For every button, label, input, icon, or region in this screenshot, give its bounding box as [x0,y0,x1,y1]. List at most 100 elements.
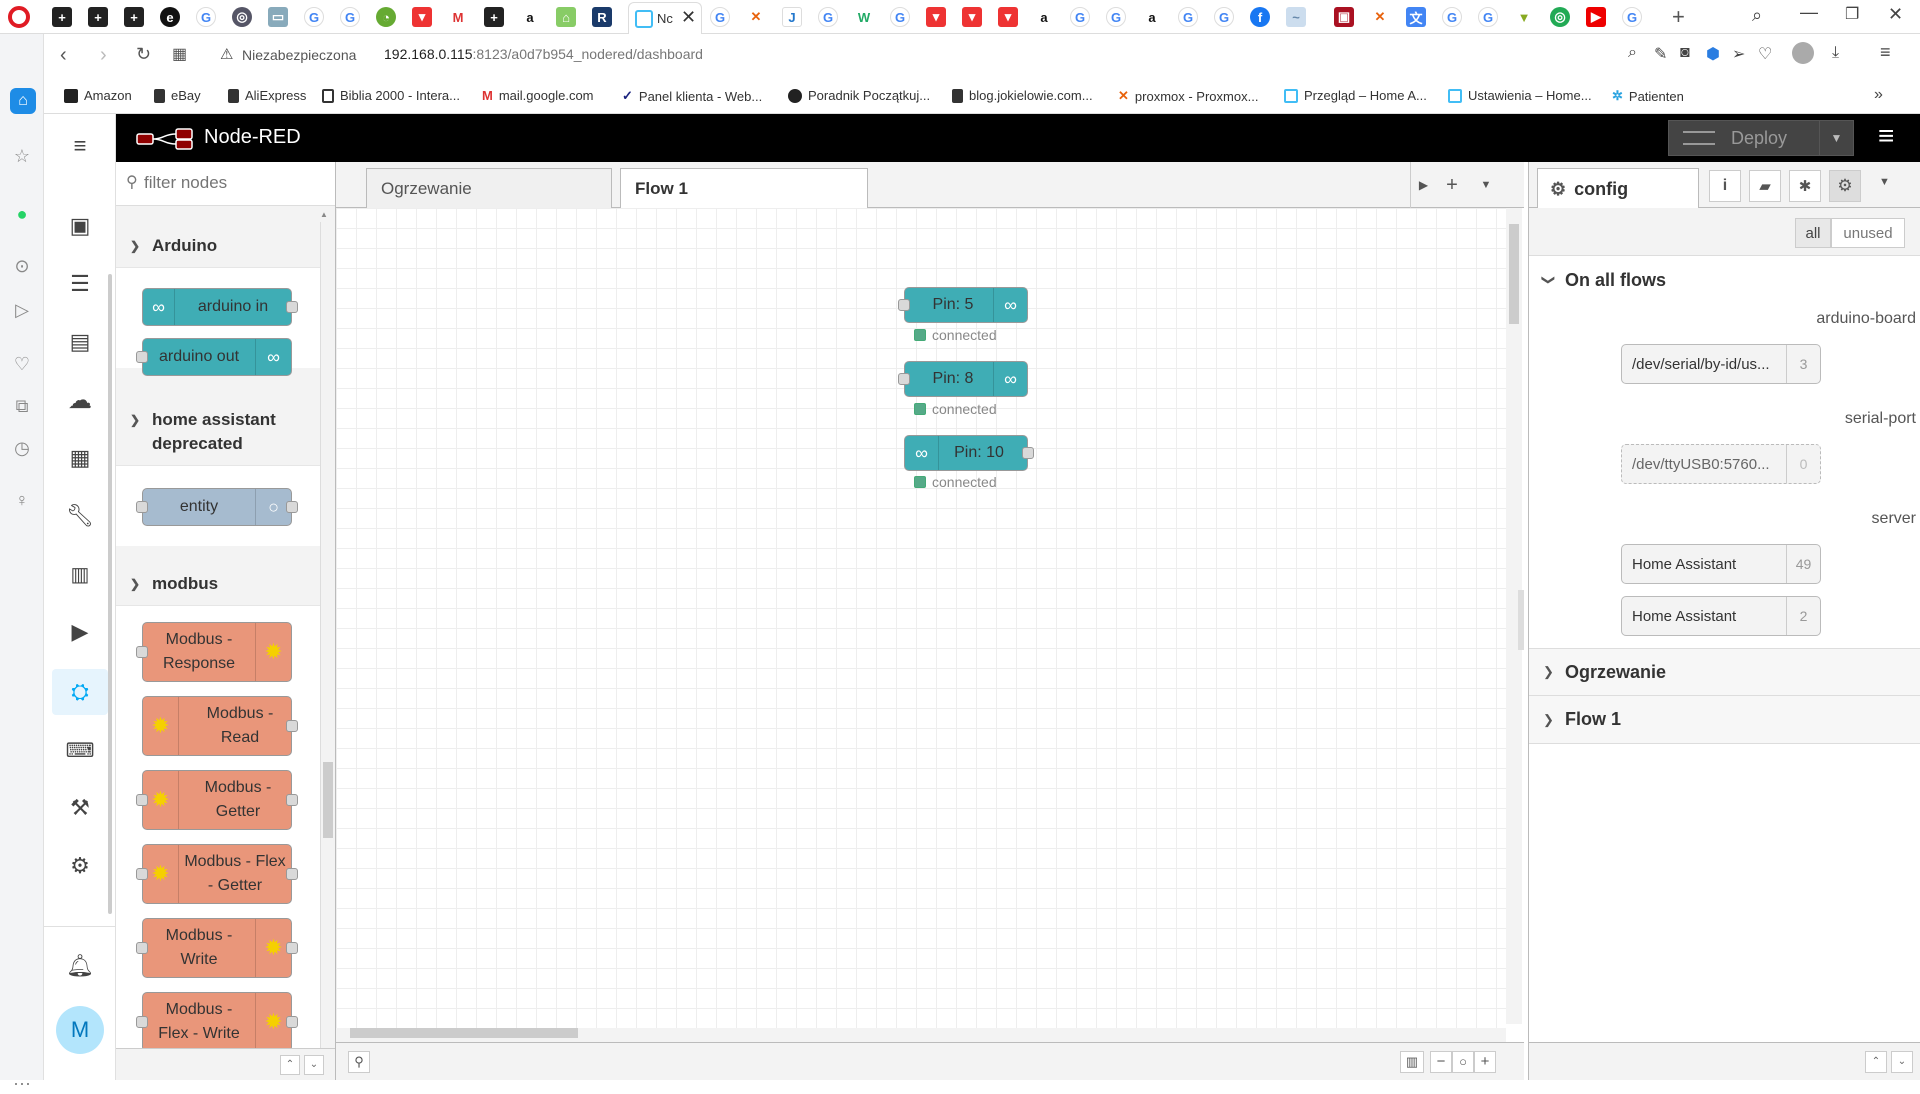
tab-favicon-icon[interactable]: ◎ [1550,7,1570,27]
palette-node-arduino-in[interactable]: ∞ arduino in [142,288,298,326]
settings-gear-icon[interactable]: ⚙ [64,850,96,882]
shield-icon[interactable]: ⬢ [1706,44,1720,64]
palette-node-arduino-out[interactable]: arduino out ∞ [136,338,292,376]
security-warning-label[interactable]: Niezabezpieczona [242,47,356,63]
bookmark-patienten[interactable]: ✲ Patienten [1612,88,1684,104]
new-tab-button[interactable]: + [1672,4,1685,30]
output-port[interactable] [286,1016,298,1028]
sidebar-scrollbar[interactable] [108,274,112,914]
tab-favicon-icon[interactable]: G [196,7,216,27]
lightbulb-icon[interactable]: ♀ [12,490,32,510]
tab-favicon-icon[interactable]: + [484,7,504,27]
edit-icon[interactable]: ✎ [1654,44,1667,64]
input-port[interactable] [136,501,148,513]
config-node-ttyusb0[interactable]: /dev/ttyUSB0:5760... 0 [1621,444,1821,484]
zoom-in-button[interactable]: + [1474,1051,1496,1073]
output-port[interactable] [286,501,298,513]
tab-favicon-icon[interactable]: ◎ [232,7,252,27]
tab-favicon-icon[interactable]: ▶ [1586,7,1606,27]
palette-node-modbus-read[interactable]: ✹ Modbus - Read [142,696,298,756]
star-icon[interactable]: ☆ [12,146,32,166]
palette-category-arduino[interactable]: ❯ Arduino [116,224,320,268]
tab-favicon-icon[interactable]: a [520,7,540,27]
tab-favicon-icon[interactable]: + [88,7,108,27]
flow-node-pin-10[interactable]: ∞ Pin: 10 [904,435,1034,471]
wrench-icon[interactable]: 🔧︎ [64,500,96,532]
info-tab-button[interactable]: i [1709,170,1741,202]
tab-favicon-icon[interactable]: a [1142,7,1162,27]
tab-favicon-icon[interactable]: G [304,7,324,27]
vertical-scrollbar-thumb[interactable] [1509,224,1519,324]
zoom-reset-button[interactable]: ○ [1452,1051,1474,1073]
section-flow-1[interactable]: ❯ Flow 1 [1529,696,1920,744]
close-tab-icon[interactable]: ✕ [681,7,696,28]
palette-node-modbus-getter[interactable]: ✹ Modbus - Getter [136,770,298,830]
tabs-grid-icon[interactable]: ▦ [172,44,187,64]
zoom-out-button[interactable]: − [1430,1051,1452,1073]
tab-favicon-icon[interactable]: ▣ [1334,7,1354,27]
send-icon[interactable]: ▷ [12,300,32,320]
tab-favicon-icon[interactable]: J [782,7,802,27]
bookmark-ebay[interactable]: eBay [154,88,201,103]
input-port[interactable] [136,868,148,880]
tab-favicon-icon[interactable]: G [1442,7,1462,27]
tab-favicon-icon[interactable]: ▾ [412,7,432,27]
palette-scrollbar-thumb[interactable] [323,762,333,838]
restore-window-button[interactable]: ❐ [1845,4,1859,24]
palette-node-entity[interactable]: entity ○ [136,488,298,526]
debug-bug-icon[interactable]: ✱ [1789,170,1821,202]
overview-icon[interactable]: ▣ [64,210,96,242]
whatsapp-icon[interactable]: ● [12,204,32,224]
tab-favicon-icon[interactable]: G [1622,7,1642,27]
palette-node-modbus-response[interactable]: Modbus - Response ✹ [136,622,292,682]
zoom-icon[interactable]: ⌕ [1628,44,1637,62]
tab-favicon-icon[interactable]: ⌂ [556,7,576,27]
bookmark-blog[interactable]: blog.jokielowie.com... [952,88,1093,103]
bookmark-amazon[interactable]: Amazon [64,88,132,103]
output-port[interactable] [286,868,298,880]
forward-button[interactable]: › [100,44,107,67]
config-gear-icon[interactable]: ⚙ [1829,170,1861,202]
back-button[interactable]: ‹ [60,44,67,67]
send-icon[interactable]: ➢ [1732,44,1745,64]
tab-favicon-icon[interactable]: a [1034,7,1054,27]
opera-logo-icon[interactable] [8,6,30,28]
tab-favicon-icon[interactable]: R [592,7,612,27]
expand-all-icon[interactable]: ⌄ [304,1055,324,1075]
navigator-map-icon[interactable]: ▥ [1400,1051,1424,1073]
sidebar-resize-handle[interactable] [1518,590,1524,650]
input-port[interactable] [898,299,910,311]
tab-favicon-icon[interactable]: G [1214,7,1234,27]
horizontal-scrollbar-thumb[interactable] [350,1028,578,1038]
palette-node-modbus-flex-getter[interactable]: ✹ Modbus - Flex - Getter [136,844,298,904]
tab-favicon-icon[interactable]: ▾ [962,7,982,27]
input-port[interactable] [136,942,148,954]
avatar[interactable]: M [56,1006,104,1054]
bookmark-poradnik[interactable]: Poradnik Początkuj... [788,88,930,103]
output-port[interactable] [286,942,298,954]
output-port[interactable] [286,794,298,806]
collapse-all-icon[interactable]: ⌃ [1865,1051,1887,1073]
download-icon[interactable]: ⤓ [1832,44,1839,62]
tab-config[interactable]: ⚙ config [1537,168,1699,209]
tab-favicon-icon[interactable]: ~ [1286,7,1306,27]
tab-favicon-icon[interactable]: ▾ [998,7,1018,27]
deploy-dropdown-icon[interactable]: ▼ [1819,121,1853,155]
input-port[interactable] [136,1016,148,1028]
config-node-home-assistant[interactable]: Home Assistant 49 [1621,544,1821,584]
output-port[interactable] [286,301,298,313]
filter-nodes-input[interactable] [144,170,324,196]
more-bookmarks-icon[interactable]: » [1874,86,1883,104]
snapshot-icon[interactable]: ⧉ [12,396,32,416]
flow-list-dropdown-icon[interactable]: ▼ [1470,162,1502,208]
camera-icon[interactable]: ◙ [1680,44,1690,62]
speed-dial-button[interactable]: ⌂ [10,88,36,114]
filter-unused-button[interactable]: unused [1831,218,1905,248]
palette-category-modbus[interactable]: ❯ modbus [116,562,320,606]
tab-scroll-right-icon[interactable]: ▶ [1410,162,1436,208]
tab-favicon-icon[interactable]: G [1478,7,1498,27]
tab-favicon-icon[interactable]: W [854,7,874,27]
flow-node-pin-8[interactable]: Pin: 8 ∞ [898,361,1028,397]
collapse-all-icon[interactable]: ⌃ [280,1055,300,1075]
tab-favicon-icon[interactable]: ▼ [1514,7,1534,27]
